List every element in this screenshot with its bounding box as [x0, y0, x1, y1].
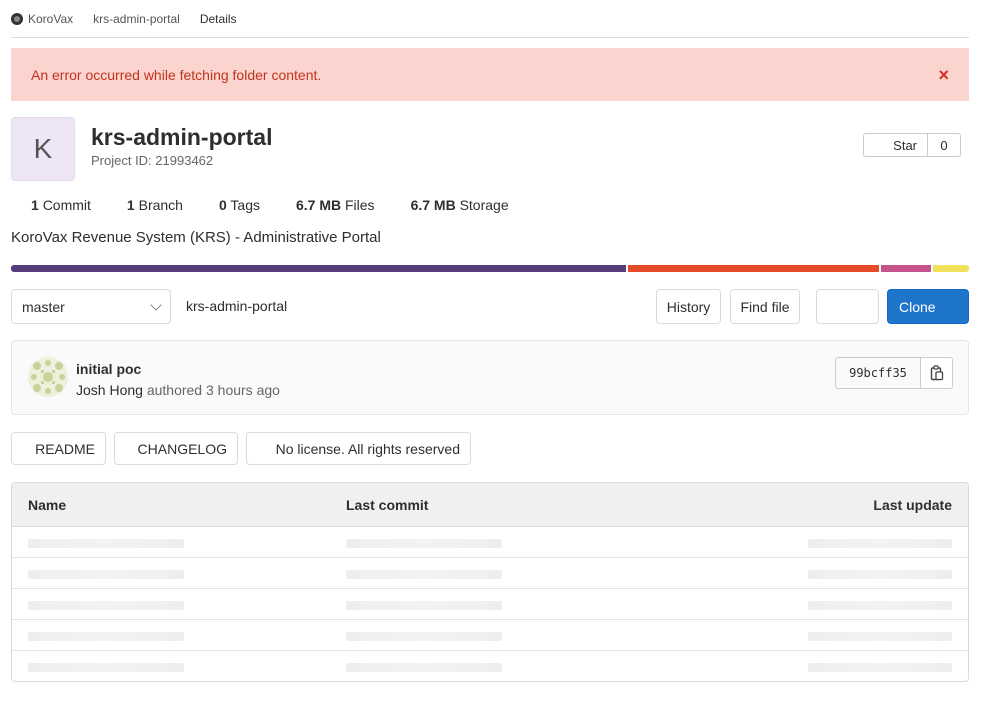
- commit-time: authored 3 hours ago: [146, 382, 280, 398]
- group-icon: [11, 12, 23, 25]
- breadcrumb-group[interactable]: KoroVax: [11, 12, 73, 26]
- table-row: [12, 558, 968, 589]
- star-count[interactable]: 0: [928, 133, 961, 157]
- loading-placeholder: [808, 601, 952, 610]
- stat-files[interactable]: 6.7 MB Files: [296, 197, 375, 213]
- breadcrumb-project[interactable]: krs-admin-portal: [93, 12, 180, 26]
- breadcrumb-current[interactable]: Details: [200, 12, 237, 26]
- star-group: Star 0: [863, 133, 961, 157]
- license-button[interactable]: No license. All rights reserved: [246, 432, 471, 465]
- loading-placeholder: [28, 632, 184, 641]
- breadcrumb: KoroVax krs-admin-portal Details: [11, 0, 969, 38]
- project-avatar: K: [11, 117, 75, 181]
- breadcrumb-current-label[interactable]: Details: [200, 12, 237, 26]
- loading-placeholder: [808, 570, 952, 579]
- column-header-name: Name: [28, 497, 67, 513]
- history-button-label[interactable]: History: [667, 299, 711, 315]
- table-row: [12, 620, 968, 651]
- language-bar-segment[interactable]: [627, 265, 881, 272]
- breadcrumb-project-label[interactable]: krs-admin-portal: [93, 12, 180, 26]
- language-bar-segment[interactable]: [932, 265, 969, 272]
- history-button[interactable]: History: [656, 289, 721, 324]
- stat-branches[interactable]: 1 Branch: [127, 197, 183, 213]
- star-button[interactable]: Star: [863, 133, 928, 157]
- add-dropdown-button[interactable]: [816, 289, 879, 324]
- clone-button-label[interactable]: Clone: [899, 299, 936, 315]
- loading-placeholder: [808, 632, 952, 641]
- changelog-button-label[interactable]: CHANGELOG: [138, 441, 227, 457]
- loading-placeholder: [346, 570, 502, 579]
- commit-sha-value[interactable]: 99bcff35: [849, 366, 907, 380]
- stat-branches-value: 1: [126, 197, 135, 213]
- stat-tags[interactable]: 0 Tags: [219, 197, 260, 213]
- loading-placeholder: [28, 539, 184, 548]
- loading-placeholder: [28, 601, 184, 610]
- find-file-button[interactable]: Find file: [730, 289, 800, 324]
- table-row: [12, 589, 968, 620]
- loading-placeholder: [28, 663, 184, 672]
- loading-placeholder: [808, 663, 952, 672]
- loading-placeholder: [346, 632, 502, 641]
- error-alert: An error occurred while fetching folder …: [11, 48, 969, 101]
- language-bar[interactable]: [11, 265, 969, 272]
- loading-placeholder: [346, 539, 502, 548]
- language-bar-segment[interactable]: [880, 265, 933, 272]
- clone-button[interactable]: Clone: [887, 289, 969, 324]
- commit-title[interactable]: initial poc: [76, 361, 141, 377]
- stat-commits-label: Commit: [42, 197, 91, 213]
- loading-placeholder: [346, 601, 502, 610]
- commit-meta: Josh Hong authored 3 hours ago: [76, 382, 280, 398]
- table-body: [12, 527, 968, 681]
- user-avatar[interactable]: [28, 357, 68, 397]
- stat-files-value: 6.7 MB: [295, 197, 342, 213]
- file-tree-table: Name Last commit Last update: [11, 482, 969, 682]
- project-title: krs-admin-portal: [91, 124, 273, 150]
- chevron-down-icon: [150, 298, 162, 311]
- breadcrumb-group-label[interactable]: KoroVax: [28, 12, 73, 26]
- loading-placeholder: [346, 663, 502, 672]
- stat-storage[interactable]: 6.7 MB Storage: [411, 197, 509, 213]
- last-commit-panel: initial poc Josh Hong authored 3 hours a…: [11, 340, 969, 415]
- column-header-last-commit: Last commit: [346, 497, 429, 513]
- copy-sha-button[interactable]: [921, 357, 953, 389]
- table-row: [12, 527, 968, 558]
- error-alert-message: An error occurred while fetching folder …: [31, 66, 322, 83]
- branch-dropdown[interactable]: master: [11, 289, 171, 324]
- identicon-icon: [28, 357, 68, 397]
- stat-files-label: Files: [345, 197, 375, 213]
- star-button-label[interactable]: Star: [893, 138, 917, 153]
- table-header: Name Last commit Last update: [12, 483, 968, 527]
- column-header-last-update: Last update: [873, 497, 952, 513]
- project-avatar-letter: K: [33, 133, 53, 164]
- readme-button[interactable]: README: [11, 432, 106, 465]
- loading-placeholder: [808, 539, 952, 548]
- commit-sha-group: 99bcff35: [835, 357, 953, 389]
- project-description: KoroVax Revenue System (KRS) - Administr…: [11, 229, 381, 246]
- project-id: Project ID: 21993462: [91, 153, 214, 168]
- license-button-label[interactable]: No license. All rights reserved: [276, 441, 460, 457]
- project-stats: 1 Commit 1 Branch 0 Tags 6.7 MB Files 6.…: [31, 197, 545, 213]
- stat-storage-value: 6.7 MB: [410, 197, 456, 213]
- stat-tags-value: 0: [218, 197, 227, 213]
- commit-sha[interactable]: 99bcff35: [835, 357, 921, 389]
- stat-commits-value: 1: [31, 197, 39, 213]
- table-row: [12, 651, 968, 681]
- close-icon[interactable]: ×: [938, 66, 949, 84]
- commit-author[interactable]: Josh Hong: [76, 382, 143, 398]
- stat-tags-label: Tags: [230, 197, 260, 213]
- language-bar-segment[interactable]: [11, 265, 628, 272]
- changelog-button[interactable]: CHANGELOG: [114, 432, 238, 465]
- repo-path-breadcrumb[interactable]: krs-admin-portal: [186, 298, 287, 314]
- star-count-value[interactable]: 0: [940, 138, 947, 153]
- stat-commits[interactable]: 1 Commit: [31, 197, 91, 213]
- stat-storage-label: Storage: [459, 197, 509, 213]
- stat-branches-label: Branch: [138, 197, 183, 213]
- readme-button-label[interactable]: README: [35, 441, 95, 457]
- clipboard-icon: [930, 365, 943, 381]
- find-file-button-label[interactable]: Find file: [740, 299, 789, 315]
- loading-placeholder: [28, 570, 184, 579]
- branch-dropdown-value[interactable]: master: [22, 299, 65, 315]
